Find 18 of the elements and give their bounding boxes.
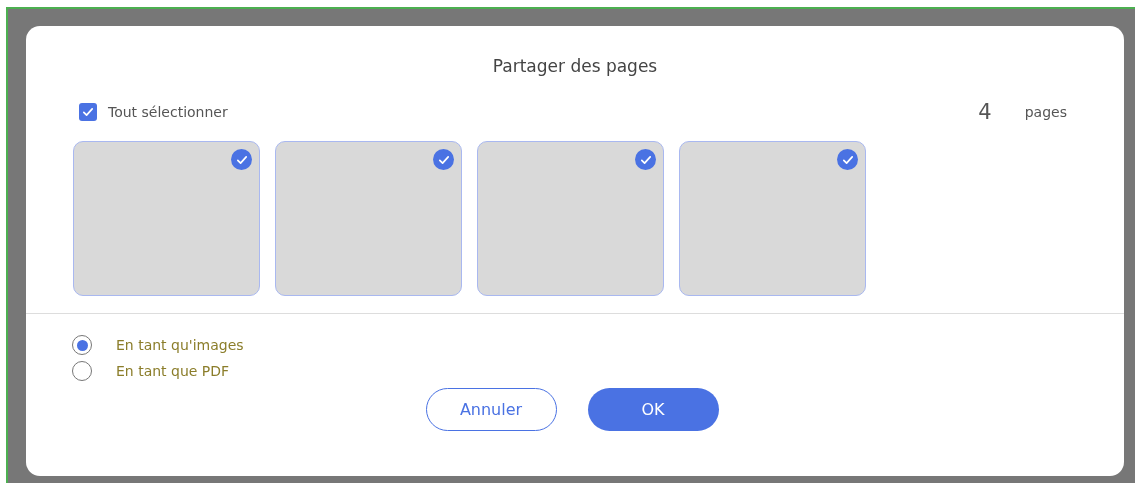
page-thumbnail[interactable] bbox=[679, 141, 866, 296]
check-icon[interactable] bbox=[231, 149, 252, 170]
cancel-button[interactable]: Annuler bbox=[425, 388, 557, 431]
page-thumbnail[interactable] bbox=[73, 141, 260, 296]
radio-label[interactable]: En tant qu'images bbox=[116, 337, 244, 353]
page-thumbnail[interactable] bbox=[477, 141, 664, 296]
check-icon[interactable] bbox=[433, 149, 454, 170]
check-icon[interactable] bbox=[635, 149, 656, 170]
dialog-title: Partager des pages bbox=[491, 56, 659, 78]
check-icon[interactable] bbox=[837, 149, 858, 170]
page-thumbnail[interactable] bbox=[275, 141, 462, 296]
radio-label[interactable]: En tant que PDF bbox=[116, 363, 230, 379]
page-count-unit: pages bbox=[1024, 104, 1067, 120]
page-count: 4 bbox=[978, 100, 992, 124]
checkbox-label[interactable]: Tout sélectionner bbox=[108, 104, 228, 120]
ok-button[interactable]: OK bbox=[587, 388, 719, 431]
checkmark-icon bbox=[81, 105, 95, 119]
checkbox[interactable] bbox=[79, 103, 97, 121]
